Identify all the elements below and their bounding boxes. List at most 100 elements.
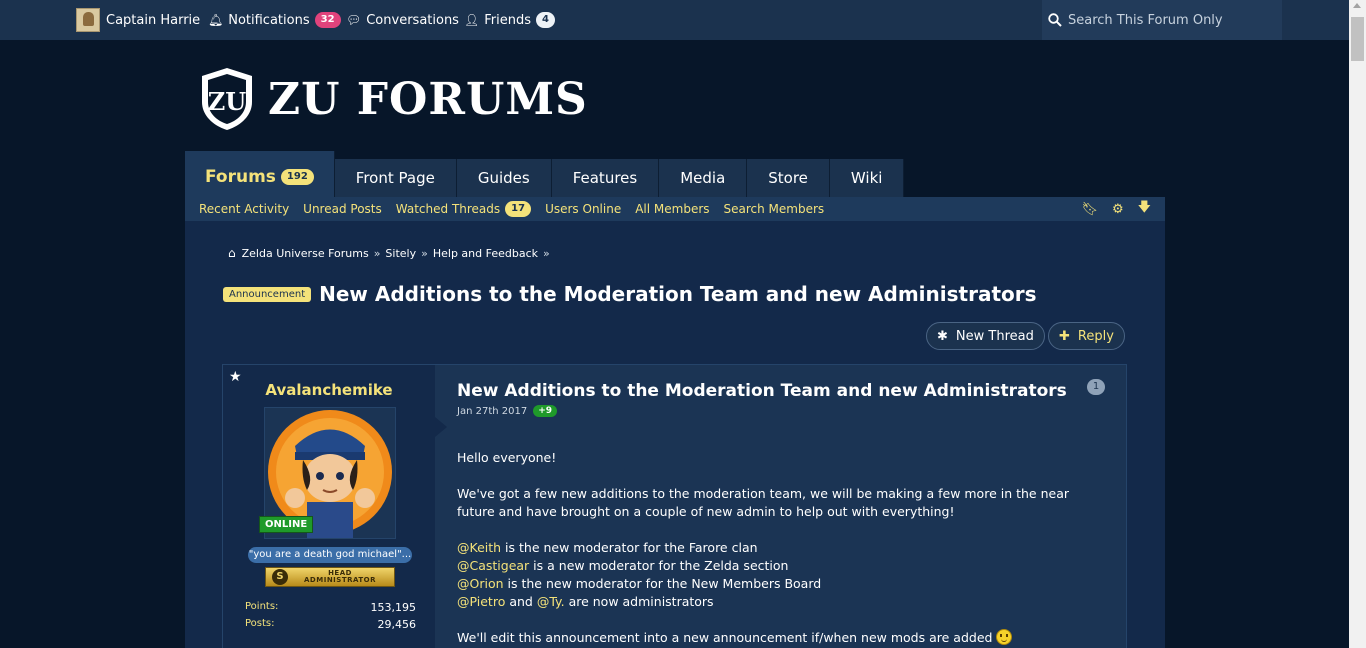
post-arrow — [435, 417, 447, 437]
post-closing: We'll edit this announcement into a new … — [457, 630, 993, 645]
friends-label: Friends — [484, 12, 531, 28]
bell-icon: 🔔︎ — [208, 13, 224, 27]
tab-media[interactable]: Media — [659, 159, 748, 197]
notifications-count: 32 — [314, 12, 341, 28]
new-thread-label: New Thread — [955, 328, 1034, 344]
post-date[interactable]: Jan 27th 2017 — [457, 406, 527, 417]
post-user-pane: ★ Avalanchemike ONLINE "you are a death … — [223, 365, 435, 648]
rank-coin-icon: S — [272, 569, 288, 585]
user-title: "you are a death god michael"... — [248, 547, 412, 563]
post: ★ Avalanchemike ONLINE "you are a death … — [222, 364, 1127, 648]
conversations-label: Conversations — [366, 12, 459, 28]
online-badge: ONLINE — [259, 516, 314, 533]
mention-link[interactable]: @Keith — [457, 540, 501, 555]
breadcrumb-separator: » — [373, 246, 381, 260]
subnav-watched-threads[interactable]: Watched Threads 17 — [395, 201, 532, 217]
friends-link[interactable]: 👤︎ Friends 4 — [464, 0, 555, 40]
tab-guides[interactable]: Guides — [456, 159, 552, 197]
post-meta: Jan 27th 2017 +9 — [457, 405, 558, 417]
new-thread-button[interactable]: ✱ New Thread — [926, 322, 1045, 350]
chat-icon: 💬︎ — [346, 13, 362, 27]
breadcrumb-item[interactable]: Help and Feedback — [433, 247, 538, 260]
home-icon[interactable]: ⌂ — [228, 246, 236, 260]
search-box[interactable] — [1042, 0, 1282, 40]
tab-front-page[interactable]: Front Page — [334, 159, 457, 197]
breadcrumb-separator: » — [421, 246, 428, 260]
breadcrumb: ⌂ Zelda Universe Forums » Sitely » Help … — [228, 246, 555, 260]
shield-logo-icon: ZU — [202, 68, 252, 130]
sitemap-icon[interactable]: ⚙︎ — [1112, 202, 1124, 217]
post-moderator-list: @Keith is the new moderator for the Faro… — [457, 539, 1097, 611]
tab-forums[interactable]: Forums 192 — [185, 151, 335, 197]
search-icon — [1048, 13, 1062, 27]
posts-label[interactable]: Posts: — [245, 618, 275, 631]
notifications-link[interactable]: 🔔︎ Notifications 32 — [208, 0, 341, 40]
tab-features[interactable]: Features — [551, 159, 660, 197]
top-bar: Captain Harrie 🔔︎ Notifications 32 💬︎ Co… — [0, 0, 1349, 40]
main-nav: Forums 192 Front Page Guides Features Me… — [185, 151, 905, 197]
mention-link[interactable]: @Castigear — [457, 558, 529, 573]
thread-title: New Additions to the Moderation Team and… — [319, 282, 1037, 306]
friends-count: 4 — [536, 12, 555, 28]
mention-link[interactable]: @Orion — [457, 576, 504, 591]
rank-banner: S HEAD ADMINISTRATOR — [265, 567, 395, 587]
rank-line-2: ADMINISTRATOR — [304, 576, 376, 584]
watched-threads-count: 17 — [505, 201, 532, 217]
user-name: Captain Harrie — [106, 12, 201, 28]
user-menu[interactable]: Captain Harrie — [76, 0, 200, 40]
post-line: is the new moderator for the Farore clan — [501, 540, 758, 555]
subnav-unread-posts[interactable]: Unread Posts — [303, 202, 382, 216]
bookmark-icon[interactable]: 🔖︎ — [1081, 202, 1098, 217]
thread-prefix-badge: Announcement — [223, 286, 312, 302]
logo-mark: ZU — [208, 87, 247, 116]
watched-threads-label: Watched Threads — [395, 202, 501, 216]
tab-forums-label: Forums — [205, 167, 276, 187]
logo-text: ZU FORUMS — [268, 73, 588, 125]
thread-title-row: Announcement New Additions to the Modera… — [223, 282, 1037, 306]
arrow-down-icon[interactable]: 🡇 — [1138, 198, 1151, 220]
conversations-link[interactable]: 💬︎ Conversations — [346, 0, 459, 40]
user-avatar — [76, 8, 100, 32]
subnav-search-members[interactable]: Search Members — [724, 202, 825, 216]
scrollbar-thumb[interactable] — [1351, 17, 1364, 61]
rank-text: HEAD ADMINISTRATOR — [298, 570, 382, 584]
scrollbar[interactable] — [1349, 0, 1366, 648]
site-logo[interactable]: ZU ZU FORUMS — [200, 66, 588, 132]
reply-button[interactable]: ✚ Reply — [1048, 322, 1125, 350]
post-line: is the new moderator for the New Members… — [503, 576, 822, 591]
posts-value: 29,456 — [377, 618, 417, 631]
tab-forums-count: 192 — [280, 169, 314, 185]
notifications-label: Notifications — [228, 12, 310, 28]
points-label[interactable]: Points: — [245, 601, 278, 614]
tab-store[interactable]: Store — [747, 159, 830, 197]
post-intro: We've got a few new additions to the mod… — [457, 486, 1070, 519]
post-number[interactable]: 1 — [1087, 379, 1105, 395]
post-body: Hello everyone! We've got a few new addi… — [457, 449, 1097, 648]
reply-label: Reply — [1077, 328, 1114, 344]
person-icon: 👤︎ — [464, 13, 480, 27]
post-line: are now administrators — [564, 594, 714, 609]
stat-points: Points: 153,195 — [245, 601, 416, 614]
subnav-recent-activity[interactable]: Recent Activity — [199, 202, 289, 216]
post-greeting: Hello everyone! — [457, 450, 557, 465]
scroll-up-arrow-icon[interactable] — [1353, 3, 1361, 8]
plus-icon: ✚ — [1059, 328, 1070, 344]
post-line: is a new moderator for the Zelda section — [529, 558, 789, 573]
breadcrumb-item[interactable]: Zelda Universe Forums — [242, 247, 369, 260]
tab-wiki[interactable]: Wiki — [829, 159, 905, 197]
points-value: 153,195 — [370, 601, 417, 614]
post-line: and — [505, 594, 537, 609]
post-closing-line: We'll edit this announcement into a new … — [457, 629, 1097, 647]
mention-link[interactable]: @Ty. — [537, 594, 565, 609]
breadcrumb-separator: » — [543, 246, 550, 260]
likes-badge: +9 — [533, 405, 558, 417]
search-input[interactable] — [1068, 12, 1268, 28]
subnav-users-online[interactable]: Users Online — [545, 202, 621, 216]
post-author[interactable]: Avalanchemike — [223, 381, 435, 399]
mention-link[interactable]: @Pietro — [457, 594, 505, 609]
subnav-icons: 🔖︎ ⚙︎ 🡇 — [1067, 197, 1151, 221]
subnav-all-members[interactable]: All Members — [635, 202, 709, 216]
stat-posts: Posts: 29,456 — [245, 618, 416, 631]
sub-nav: Recent Activity Unread Posts Watched Thr… — [185, 197, 1165, 221]
breadcrumb-item[interactable]: Sitely — [385, 247, 416, 260]
